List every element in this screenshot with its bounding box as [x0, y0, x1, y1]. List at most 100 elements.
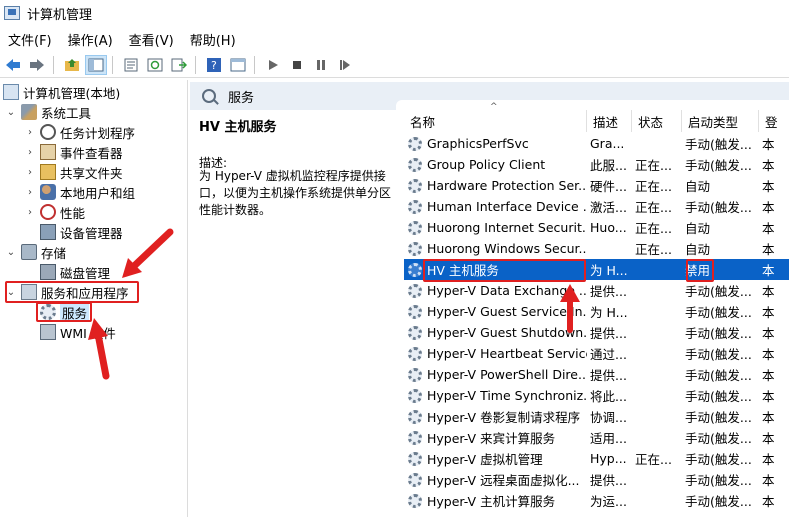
service-name: Hardware Protection Ser...: [427, 178, 587, 193]
collapse-arrow-icon[interactable]: ⌄: [5, 246, 17, 258]
tree-system-tools[interactable]: ⌄ 系统工具: [5, 102, 91, 122]
services-header-title: 服务: [228, 90, 255, 106]
expand-arrow-icon[interactable]: ›: [24, 166, 36, 178]
table-row[interactable]: Huorong Windows Secur... 正在... 自动 本: [404, 238, 789, 259]
table-row[interactable]: Hyper-V PowerShell Dire... 提供... 手动(触发... 本: [404, 364, 789, 385]
clock-icon: [40, 124, 56, 140]
service-login: 本: [762, 305, 775, 320]
service-login: 本: [762, 431, 775, 446]
table-row[interactable]: Hyper-V 卷影复制请求程序 协调... 手动(触发... 本: [404, 406, 789, 427]
table-row[interactable]: Hyper-V 虚拟机管理 Hyp... 正在... 手动(触发... 本: [404, 448, 789, 469]
collapse-arrow-icon[interactable]: ⌄: [5, 106, 17, 118]
service-desc: 为 H...: [590, 305, 628, 320]
tree-shared-folders[interactable]: › 共享文件夹: [24, 162, 123, 182]
table-row[interactable]: Huorong Internet Securit... Huo... 正在... 自动…: [404, 217, 789, 238]
annotation-box-services: [36, 302, 92, 322]
expand-arrow-icon[interactable]: ›: [24, 126, 36, 138]
properties-icon[interactable]: [120, 55, 142, 75]
service-login: 本: [762, 410, 775, 425]
table-row[interactable]: Hardware Protection Ser... 硬件... 正在... 自动 本: [404, 175, 789, 196]
annotation-arrow-3: [560, 284, 580, 333]
menu-action[interactable]: 操作(A): [60, 30, 121, 49]
expand-arrow-icon[interactable]: ›: [24, 206, 36, 218]
table-row[interactable]: Hyper-V Heartbeat Service 通过... 手动(触发... 本: [404, 343, 789, 364]
refresh-icon[interactable]: [144, 55, 166, 75]
table-row[interactable]: Group Policy Client 此服... 正在... 手动(触发... 本: [404, 154, 789, 175]
table-row[interactable]: GraphicsPerfSvc Gra... 手动(触发... 本: [404, 133, 789, 154]
column-header-login[interactable]: 登: [759, 110, 789, 132]
expand-arrow-icon[interactable]: ›: [24, 186, 36, 198]
tree-label: 磁盘管理: [60, 265, 111, 281]
service-login: 本: [762, 326, 775, 341]
service-name-cell: Hyper-V 来宾计算服务: [404, 428, 587, 447]
up-folder-icon[interactable]: [61, 55, 83, 75]
service-name: GraphicsPerfSvc: [427, 136, 529, 151]
menu-file[interactable]: 文件(F): [0, 30, 60, 49]
column-header-name[interactable]: 名称: [404, 110, 587, 132]
show-tree-icon[interactable]: [85, 54, 107, 75]
table-row[interactable]: Hyper-V 来宾计算服务 适用... 手动(触发... 本: [404, 427, 789, 448]
tree-label: 性能: [60, 205, 86, 221]
column-header-startup[interactable]: 启动类型: [682, 110, 759, 132]
column-header-status[interactable]: 状态: [632, 110, 682, 132]
service-name-cell: Hyper-V 远程桌面虚拟化...: [404, 470, 587, 489]
tree-label: 系统工具: [41, 105, 92, 121]
service-startup: 手动(触发...: [685, 368, 752, 383]
table-row[interactable]: Hyper-V 远程桌面虚拟化... 提供... 手动(触发... 本: [404, 469, 789, 490]
tree-task-scheduler[interactable]: › 任务计划程序: [24, 122, 135, 142]
expand-arrow-icon[interactable]: ›: [24, 146, 36, 158]
service-name-cell: Hyper-V 主机计算服务: [404, 491, 587, 510]
service-name: Hyper-V PowerShell Dire...: [427, 367, 587, 382]
service-startup: 手动(触发...: [685, 347, 752, 362]
service-login: 本: [762, 263, 775, 278]
tree-device-manager[interactable]: 设备管理器: [40, 222, 123, 242]
console-icon[interactable]: [227, 55, 249, 75]
service-name: Hyper-V 远程桌面虚拟化...: [427, 473, 580, 488]
service-desc: 为 H...: [590, 263, 628, 278]
service-gear-icon: [408, 325, 422, 340]
service-startup: 手动(触发...: [685, 137, 752, 152]
export-icon[interactable]: [168, 55, 190, 75]
tree-root-label: 计算机管理(本地): [23, 85, 121, 101]
tree-root[interactable]: 计算机管理(本地): [3, 82, 120, 102]
table-row[interactable]: Hyper-V 主机计算服务 为运... 手动(触发... 本: [404, 490, 789, 511]
play-icon[interactable]: [262, 55, 284, 75]
service-name: Hyper-V 虚拟机管理: [427, 452, 543, 467]
event-viewer-icon: [40, 144, 56, 160]
service-gear-icon: [408, 220, 422, 235]
service-gear-icon: [408, 178, 422, 193]
help-icon[interactable]: ?: [203, 55, 225, 75]
restart-icon[interactable]: [334, 55, 356, 75]
tree-storage[interactable]: ⌄ 存储: [5, 242, 66, 262]
annotation-box-disabled: [686, 259, 714, 282]
tree-event-viewer[interactable]: › 事件查看器: [24, 142, 123, 162]
service-startup: 手动(触发...: [685, 389, 752, 404]
service-desc: Hyp...: [590, 451, 627, 466]
tree-label: 共享文件夹: [60, 165, 123, 181]
detail-title: HV 主机服务: [199, 120, 277, 135]
tree-performance[interactable]: › 性能: [24, 202, 85, 222]
service-startup: 手动(触发...: [685, 200, 752, 215]
service-gear-icon: [408, 304, 422, 319]
table-row[interactable]: Hyper-V Guest Service In... 为 H... 手动(触发..…: [404, 301, 789, 322]
service-gear-icon: [408, 346, 422, 361]
tree-local-users[interactable]: › 本地用户和组: [24, 182, 135, 202]
service-startup: 手动(触发...: [685, 452, 752, 467]
pause-icon[interactable]: [310, 55, 332, 75]
column-header-desc[interactable]: 描述: [587, 110, 632, 132]
tools-icon: [21, 104, 37, 120]
stop-icon[interactable]: [286, 55, 308, 75]
table-row[interactable]: Hyper-V Time Synchroniz... 将此... 手动(触发... 本: [404, 385, 789, 406]
table-row[interactable]: Hyper-V Guest Shutdown... 提供... 手动(触发... 本: [404, 322, 789, 343]
back-icon[interactable]: [2, 55, 24, 75]
shared-folder-icon: [40, 164, 56, 180]
menu-help[interactable]: 帮助(H): [182, 30, 244, 49]
table-row[interactable]: Human Interface Device ... 激活... 正在... 手动(触…: [404, 196, 789, 217]
forward-icon[interactable]: [26, 55, 48, 75]
tree-disk-management[interactable]: 磁盘管理: [40, 262, 110, 282]
annotation-arrow-2: [88, 318, 110, 380]
service-status: 正在...: [635, 179, 672, 194]
menu-view[interactable]: 查看(V): [121, 30, 182, 49]
table-row[interactable]: Hyper-V Data Exchange ... 提供... 手动(触发... 本: [404, 280, 789, 301]
tree-label: 事件查看器: [60, 145, 123, 161]
